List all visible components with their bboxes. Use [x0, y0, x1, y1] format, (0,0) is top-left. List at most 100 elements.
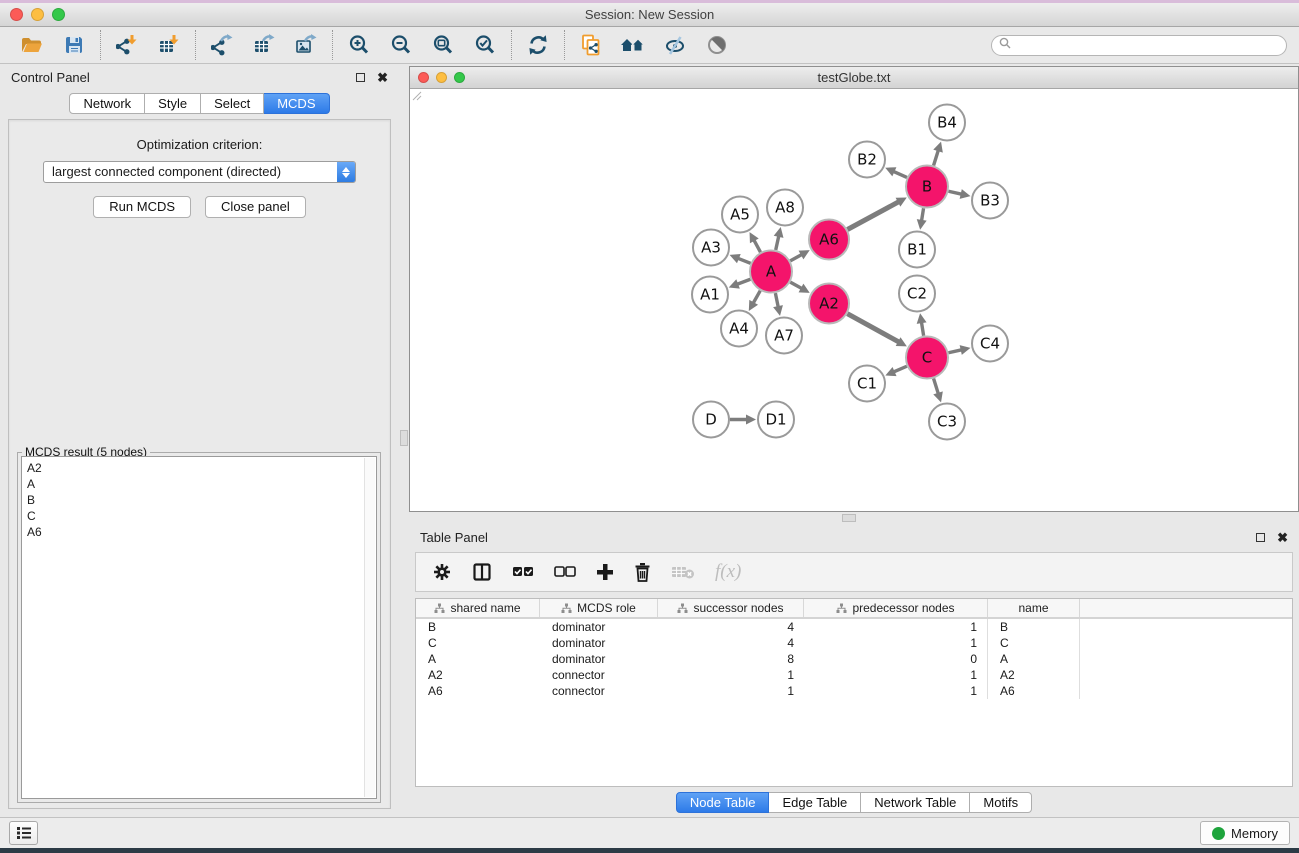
- dropdown-stepper-icon[interactable]: [337, 162, 355, 182]
- tab-network[interactable]: Network: [69, 93, 145, 114]
- table-float-panel-icon[interactable]: [1256, 533, 1265, 542]
- import-table-button[interactable]: [156, 32, 182, 58]
- cell-shared-name[interactable]: A: [416, 651, 540, 667]
- fit-content-button[interactable]: [430, 32, 456, 58]
- result-list-scrollbar[interactable]: [364, 458, 375, 797]
- node-C3[interactable]: C3: [929, 404, 965, 440]
- tab-style[interactable]: Style: [145, 93, 201, 114]
- cell-name[interactable]: A2: [988, 667, 1080, 683]
- horizontal-splitter[interactable]: [409, 512, 1299, 524]
- zoom-selected-button[interactable]: [472, 32, 498, 58]
- network-close-icon[interactable]: [418, 72, 429, 83]
- copy-network-button[interactable]: [578, 32, 604, 58]
- minimize-window-icon[interactable]: [31, 8, 44, 21]
- export-image-button[interactable]: [293, 32, 319, 58]
- tab-network-table[interactable]: Network Table: [861, 792, 970, 813]
- column-header-name[interactable]: name: [988, 599, 1080, 617]
- cell-shared-name[interactable]: C: [416, 635, 540, 651]
- node-A1[interactable]: A1: [692, 277, 728, 313]
- cell-MCDS-role[interactable]: connector: [540, 667, 658, 683]
- node-A2[interactable]: A2: [809, 284, 849, 324]
- run-mcds-button[interactable]: Run MCDS: [93, 196, 191, 218]
- edge-A-A4[interactable]: [753, 291, 760, 304]
- export-network-button[interactable]: [209, 32, 235, 58]
- mcds-result-item[interactable]: A2: [27, 460, 376, 476]
- node-A7[interactable]: A7: [766, 318, 802, 354]
- mcds-result-item[interactable]: A: [27, 476, 376, 492]
- tab-mcds[interactable]: MCDS: [264, 93, 329, 114]
- task-history-button[interactable]: [9, 821, 38, 845]
- cell-successor-nodes[interactable]: 1: [658, 683, 804, 699]
- edge-A-A8[interactable]: [776, 236, 779, 250]
- network-minimize-icon[interactable]: [436, 72, 447, 83]
- node-A[interactable]: A: [750, 251, 792, 293]
- cell-successor-nodes[interactable]: 8: [658, 651, 804, 667]
- search-field[interactable]: [991, 35, 1287, 56]
- vertical-splitter-grip[interactable]: [400, 430, 408, 446]
- edge-C-C3[interactable]: [934, 378, 939, 393]
- hide-selected-button[interactable]: [662, 32, 688, 58]
- cell-predecessor-nodes[interactable]: 1: [804, 667, 988, 683]
- edge-A-A7[interactable]: [775, 293, 778, 307]
- node-A8[interactable]: A8: [767, 190, 803, 226]
- zoom-window-icon[interactable]: [52, 8, 65, 21]
- node-B2[interactable]: B2: [849, 142, 885, 178]
- tab-select[interactable]: Select: [201, 93, 264, 114]
- cell-predecessor-nodes[interactable]: 1: [804, 683, 988, 699]
- cell-name[interactable]: A6: [988, 683, 1080, 699]
- edge-A-A5[interactable]: [754, 240, 761, 252]
- first-neighbors-button[interactable]: [620, 32, 646, 58]
- horizontal-splitter-grip[interactable]: [842, 514, 856, 522]
- column-header-shared-name[interactable]: shared name: [416, 599, 540, 617]
- node-A3[interactable]: A3: [693, 230, 729, 266]
- edge-B-B1[interactable]: [922, 208, 924, 221]
- search-input[interactable]: [1015, 38, 1279, 52]
- edge-A2-C[interactable]: [847, 314, 899, 342]
- memory-button[interactable]: Memory: [1200, 821, 1290, 845]
- table-close-panel-icon[interactable]: ✖: [1277, 531, 1288, 544]
- cell-shared-name[interactable]: B: [416, 619, 540, 635]
- zoom-in-button[interactable]: [346, 32, 372, 58]
- node-B1[interactable]: B1: [899, 232, 935, 268]
- column-layout-button[interactable]: [472, 560, 492, 584]
- edge-B-B4[interactable]: [934, 150, 939, 165]
- table-row[interactable]: A2connector11A2: [416, 667, 1292, 683]
- node-C2[interactable]: C2: [899, 276, 935, 312]
- node-C1[interactable]: C1: [849, 366, 885, 402]
- criterion-dropdown[interactable]: largest connected component (directed): [43, 161, 356, 183]
- float-panel-icon[interactable]: [356, 73, 365, 82]
- mcds-result-item[interactable]: B: [27, 492, 376, 508]
- close-window-icon[interactable]: [10, 8, 23, 21]
- mcds-result-item[interactable]: C: [27, 508, 376, 524]
- table-row[interactable]: Cdominator41C: [416, 635, 1292, 651]
- edge-A6-B[interactable]: [847, 202, 898, 230]
- table-row[interactable]: Bdominator41B: [416, 619, 1292, 635]
- edge-A-A3[interactable]: [738, 258, 751, 263]
- column-header-MCDS-role[interactable]: MCDS role: [540, 599, 658, 617]
- cell-name[interactable]: A: [988, 651, 1080, 667]
- vertical-splitter[interactable]: [399, 64, 409, 817]
- cell-predecessor-nodes[interactable]: 1: [804, 619, 988, 635]
- column-header-successor-nodes[interactable]: successor nodes: [658, 599, 804, 617]
- node-A4[interactable]: A4: [721, 311, 757, 347]
- edge-B-B2[interactable]: [893, 171, 906, 177]
- export-table-button[interactable]: [251, 32, 277, 58]
- add-column-button[interactable]: [596, 560, 614, 584]
- cell-predecessor-nodes[interactable]: 0: [804, 651, 988, 667]
- cell-name[interactable]: B: [988, 619, 1080, 635]
- edge-A-A6[interactable]: [790, 254, 802, 260]
- cell-MCDS-role[interactable]: dominator: [540, 651, 658, 667]
- edge-A-A2[interactable]: [790, 282, 802, 288]
- tab-motifs[interactable]: Motifs: [970, 792, 1032, 813]
- node-C[interactable]: C: [906, 337, 948, 379]
- edge-A-A1[interactable]: [737, 279, 750, 284]
- table-row[interactable]: A6connector11A6: [416, 683, 1292, 699]
- edge-C-C1[interactable]: [894, 366, 907, 372]
- node-B3[interactable]: B3: [972, 183, 1008, 219]
- resize-grip-icon[interactable]: [410, 89, 422, 101]
- zoom-out-button[interactable]: [388, 32, 414, 58]
- network-zoom-icon[interactable]: [454, 72, 465, 83]
- open-file-button[interactable]: [19, 32, 45, 58]
- cell-MCDS-role[interactable]: connector: [540, 683, 658, 699]
- node-A6[interactable]: A6: [809, 220, 849, 260]
